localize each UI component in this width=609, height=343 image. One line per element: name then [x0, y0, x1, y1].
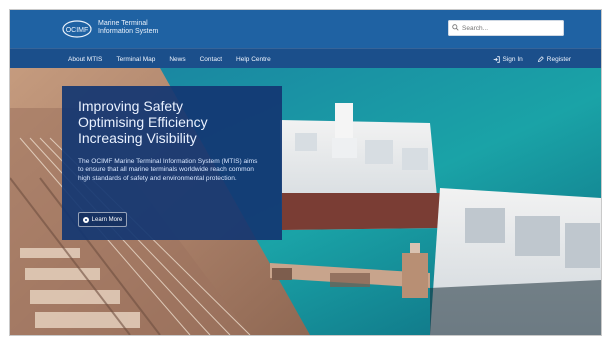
hero-title-line-3: Increasing Visibility: [78, 130, 197, 146]
nav-links: About MTIS Terminal Map News Contact Hel…: [68, 49, 271, 69]
nav-about-mtis[interactable]: About MTIS: [68, 56, 102, 63]
learn-more-button[interactable]: Learn More: [78, 212, 127, 227]
nav-help-centre[interactable]: Help Centre: [236, 56, 271, 63]
search-icon: [452, 24, 459, 31]
search-box[interactable]: [448, 20, 564, 36]
tanker-right: [430, 188, 601, 335]
logo-text: OCIMF: [66, 27, 89, 34]
sign-in-link[interactable]: Sign In: [493, 56, 523, 63]
hero-title-line-1: Improving Safety: [78, 98, 184, 114]
nav-terminal-map[interactable]: Terminal Map: [116, 56, 155, 63]
hero-title: Improving Safety Optimising Efficiency I…: [78, 98, 278, 146]
learn-more-label: Learn More: [91, 216, 123, 223]
site-header: OCIMF Marine Terminal Information System: [10, 10, 601, 48]
brand-line-1: Marine Terminal: [98, 20, 148, 27]
nav-news[interactable]: News: [169, 56, 185, 63]
auth-links: Sign In Register: [493, 49, 571, 69]
site-brand[interactable]: Marine Terminal Information System: [98, 20, 158, 36]
edit-icon: [537, 55, 544, 62]
main-navigation: About MTIS Terminal Map News Contact Hel…: [10, 48, 601, 69]
hero-panel: Improving Safety Optimising Efficiency I…: [62, 86, 282, 240]
ocimf-logo[interactable]: OCIMF: [62, 20, 92, 38]
register-link[interactable]: Register: [537, 56, 571, 63]
hero-title-line-2: Optimising Efficiency: [78, 114, 208, 130]
register-label: Register: [546, 55, 571, 63]
nav-contact[interactable]: Contact: [200, 56, 222, 63]
search-input[interactable]: [462, 22, 558, 34]
info-icon: [82, 216, 89, 223]
hero-banner: Improving Safety Optimising Efficiency I…: [10, 68, 601, 335]
sign-in-label: Sign In: [502, 55, 523, 63]
brand-line-2: Information System: [98, 28, 159, 35]
hero-description: The OCIMF Marine Terminal Information Sy…: [78, 158, 258, 182]
sign-in-icon: [493, 55, 500, 63]
browser-viewport: OCIMF Marine Terminal Information System…: [9, 9, 602, 336]
